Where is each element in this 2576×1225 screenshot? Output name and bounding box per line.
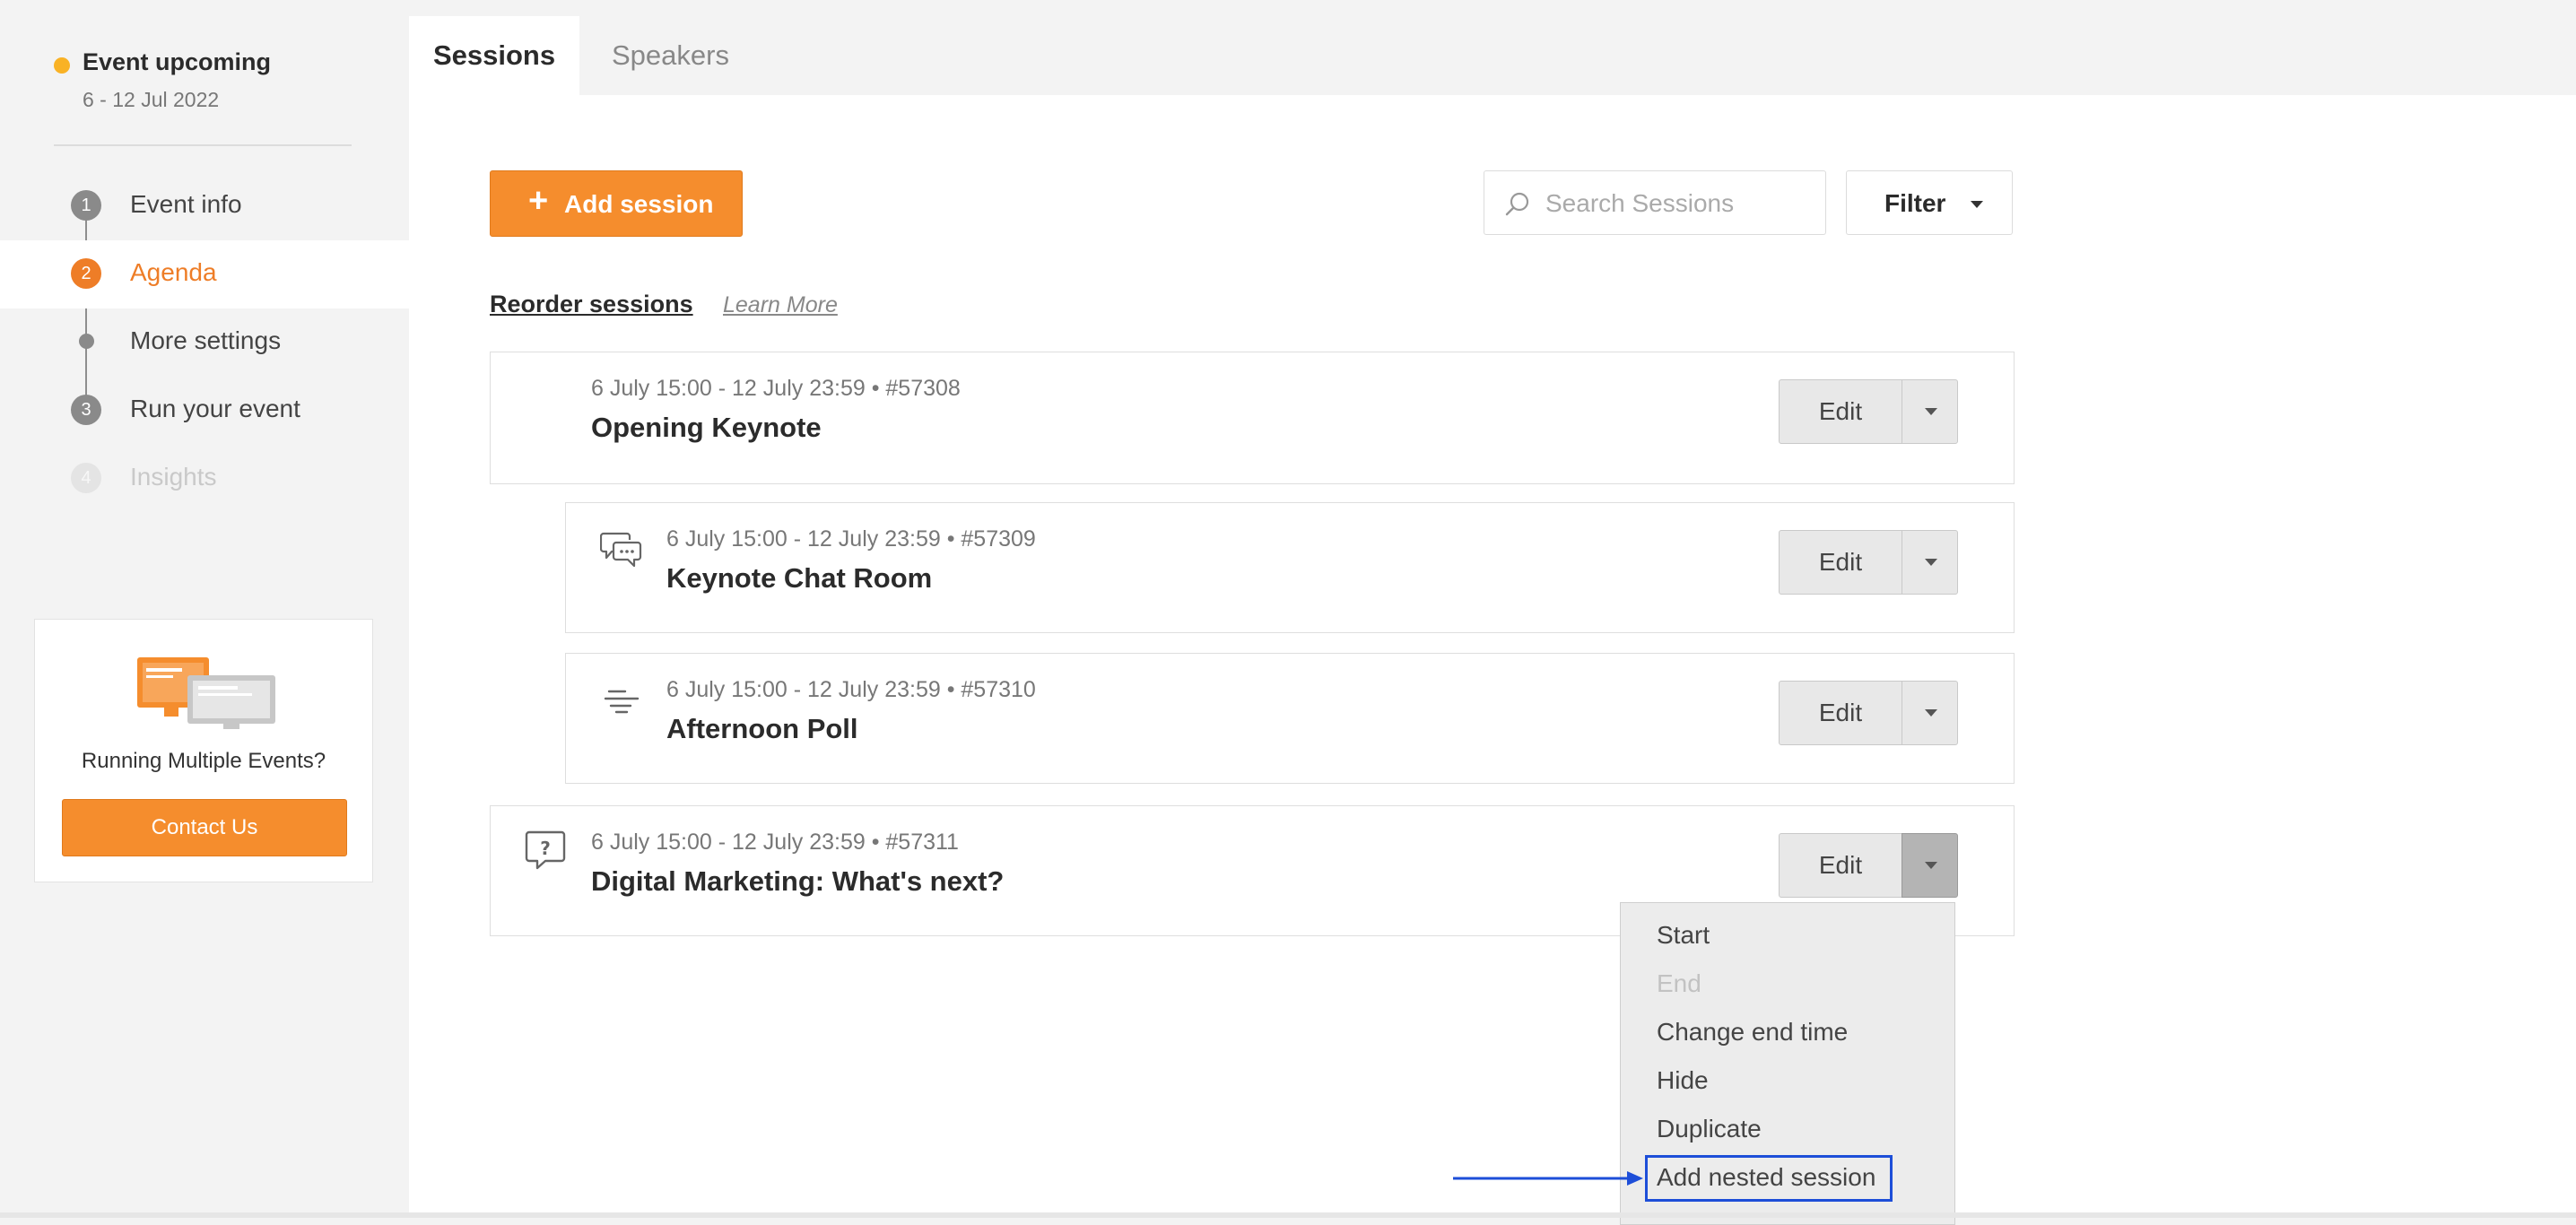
chat-bubbles-icon xyxy=(600,532,642,568)
poll-icon xyxy=(604,690,640,714)
sidebar-item-insights: 4 Insights xyxy=(0,445,409,513)
add-session-button[interactable]: + Add session xyxy=(490,170,743,237)
session-meta: 6 July 15:00 - 12 July 23:59 • #57311 xyxy=(591,830,959,855)
status-title: Event upcoming xyxy=(83,48,272,75)
menu-item-end: End xyxy=(1657,969,1701,997)
step-number: 2 xyxy=(71,258,101,289)
tab-sessions[interactable]: Sessions xyxy=(409,16,579,95)
multi-event-promo: Running Multiple Events? Contact Us xyxy=(34,619,373,882)
promo-text: Running Multiple Events? xyxy=(81,749,326,773)
session-title: Afternoon Poll xyxy=(666,713,858,744)
session-title: Digital Marketing: What's next? xyxy=(591,865,1005,897)
status-dot-icon xyxy=(54,57,70,74)
edit-button[interactable]: Edit xyxy=(1779,379,1902,444)
reorder-sessions-link[interactable]: Reorder sessions xyxy=(490,291,693,318)
menu-item-duplicate[interactable]: Duplicate xyxy=(1657,1115,1762,1143)
bottom-edge xyxy=(0,1212,2576,1218)
highlight-box xyxy=(1645,1155,1893,1202)
sidebar-item-label: Insights xyxy=(130,463,217,491)
svg-text:?: ? xyxy=(540,838,551,859)
monitors-illustration-icon xyxy=(137,657,275,729)
pointer-arrow-icon xyxy=(1453,1171,1643,1186)
edit-button[interactable]: Edit xyxy=(1779,530,1902,595)
sidebar-item-label: Event info xyxy=(130,190,242,218)
session-actions: Edit xyxy=(1779,530,1958,595)
sidebar-item-run-your-event[interactable]: 3 Run your event xyxy=(0,377,409,445)
session-title: Keynote Chat Room xyxy=(666,562,933,594)
session-title: Opening Keynote xyxy=(591,412,822,443)
filter-button[interactable]: Filter xyxy=(1846,170,2013,235)
nested-session-card: 6 July 15:00 - 12 July 23:59 • #57310 Af… xyxy=(565,653,2015,784)
learn-more-link[interactable]: Learn More xyxy=(723,292,838,318)
status-dates: 6 - 12 Jul 2022 xyxy=(83,88,220,111)
sidebar-item-label: Agenda xyxy=(130,258,217,286)
search-input[interactable] xyxy=(1544,184,1816,223)
contact-us-button[interactable]: Contact Us xyxy=(62,799,347,856)
session-actions: Edit xyxy=(1779,379,1958,444)
chevron-down-icon xyxy=(1925,408,1937,415)
session-meta: 6 July 15:00 - 12 July 23:59 • #57308 xyxy=(591,376,961,401)
sidebar-item-label: More settings xyxy=(130,326,282,354)
plus-icon: + xyxy=(528,182,549,220)
sidebar-divider xyxy=(54,144,352,146)
session-actions: Edit xyxy=(1779,681,1958,745)
chevron-down-icon xyxy=(1971,201,1983,208)
substep-dot-icon xyxy=(79,334,94,349)
chevron-down-icon xyxy=(1925,559,1937,566)
chevron-down-icon xyxy=(1925,709,1937,717)
sidebar: Event upcoming 6 - 12 Jul 2022 1 Event i… xyxy=(0,0,409,1218)
edit-button[interactable]: Edit xyxy=(1779,833,1902,898)
search-box xyxy=(1484,170,1826,235)
search-icon xyxy=(1505,192,1529,216)
session-meta: 6 July 15:00 - 12 July 23:59 • #57309 xyxy=(666,526,1036,552)
session-actions: Edit xyxy=(1779,833,1958,898)
edit-button[interactable]: Edit xyxy=(1779,681,1902,745)
sidebar-item-more-settings[interactable]: More settings xyxy=(0,308,409,377)
filter-label: Filter xyxy=(1884,189,1946,217)
step-number: 3 xyxy=(71,395,101,425)
chevron-down-icon xyxy=(1925,862,1937,869)
sidebar-item-label: Run your event xyxy=(130,395,300,422)
actions-dropdown-button[interactable] xyxy=(1902,379,1958,444)
sessions-panel: + Add session Filter Reorder sessions Le… xyxy=(409,95,2576,1225)
menu-item-hide[interactable]: Hide xyxy=(1657,1066,1709,1095)
step-number: 4 xyxy=(71,463,101,493)
session-meta: 6 July 15:00 - 12 July 23:59 • #57310 xyxy=(666,677,1036,702)
sidebar-item-agenda[interactable]: 2 Agenda xyxy=(0,240,409,308)
menu-item-change-end-time[interactable]: Change end time xyxy=(1657,1018,1848,1047)
menu-item-start[interactable]: Start xyxy=(1657,921,1710,950)
question-bubble-icon: ? xyxy=(525,830,566,870)
session-card: 6 July 15:00 - 12 July 23:59 • #57308 Op… xyxy=(490,352,2015,484)
step-number: 1 xyxy=(71,190,101,221)
actions-dropdown-button[interactable] xyxy=(1902,530,1958,595)
nested-session-card: 6 July 15:00 - 12 July 23:59 • #57309 Ke… xyxy=(565,502,2015,633)
add-session-label: Add session xyxy=(564,190,714,218)
sidebar-item-event-info[interactable]: 1 Event info xyxy=(0,172,409,240)
tab-speakers[interactable]: Speakers xyxy=(612,16,729,95)
actions-dropdown-button[interactable] xyxy=(1902,681,1958,745)
actions-dropdown-button[interactable] xyxy=(1902,833,1958,898)
